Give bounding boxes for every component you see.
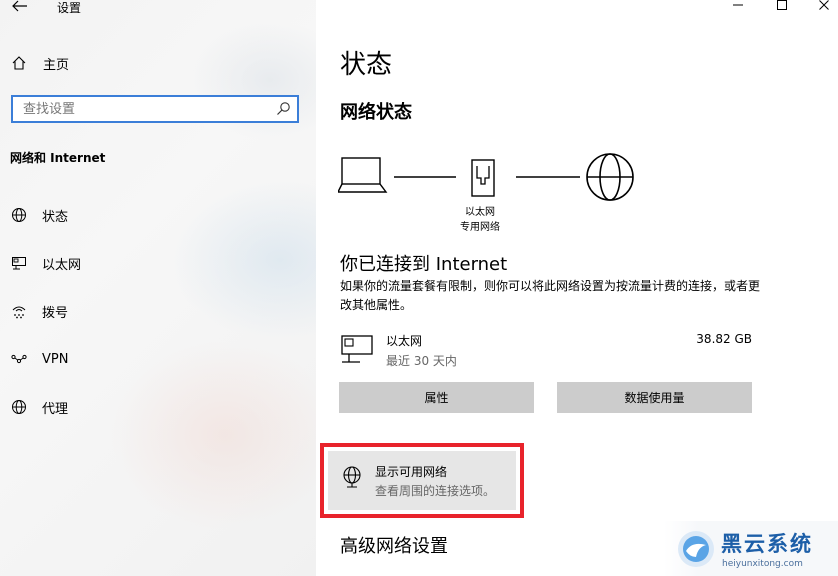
show-networks-highlight: 显示可用网络 查看周围的连接选项。: [320, 443, 524, 518]
sidebar-item-label: 以太网: [42, 257, 82, 273]
vpn-icon: [10, 350, 28, 368]
advanced-settings-heading: 高级网络设置: [340, 536, 448, 557]
sidebar-item-dialup[interactable]: 拨号: [10, 300, 68, 322]
connection-description: 如果你的流量套餐有限制，则你可以将此网络设置为按流量计费的连接，或者更改其他属性…: [340, 279, 761, 312]
app-title: 设置: [57, 1, 82, 15]
section-title: 网络和 Internet: [10, 151, 106, 165]
show-available-networks-button[interactable]: 显示可用网络 查看周围的连接选项。: [328, 451, 516, 510]
close-icon: [819, 0, 829, 10]
background-blur: [110, 340, 316, 530]
ethernet-connection-row: 以太网 最近 30 天内 38.82 GB: [340, 330, 752, 370]
sidebar-item-label: 拨号: [42, 305, 69, 321]
main-content: 状态 网络状态 以太网 专用网络 你已连接到 Internet 如果你的流量套餐…: [316, 0, 838, 576]
adapter-label: 以太网 专用网络: [440, 205, 520, 235]
search-icon[interactable]: [275, 101, 291, 117]
watermark-url: heiyunxitong.com: [722, 559, 803, 569]
maximize-icon: [777, 0, 787, 10]
sidebar-item-proxy[interactable]: 代理: [10, 396, 68, 418]
maximize-button[interactable]: [768, 0, 796, 15]
network-status-heading: 网络状态: [340, 102, 412, 123]
sidebar-item-label: VPN: [42, 351, 69, 367]
page-title: 状态: [340, 50, 393, 80]
data-usage-value: 38.82 GB: [696, 332, 752, 346]
watermark: 黑云系统 heiyunxitong.com: [664, 521, 838, 576]
back-arrow-icon: [12, 0, 27, 12]
brand-logo-icon: [678, 531, 714, 567]
network-type: 专用网络: [460, 222, 500, 233]
sidebar-item-label: 状态: [42, 209, 69, 225]
ethernet-icon: [341, 335, 373, 363]
sidebar-item-label: 主页: [43, 57, 70, 73]
globe-network-icon: [343, 466, 361, 488]
ethernet-icon: [10, 254, 28, 272]
computer-icon: [338, 157, 388, 193]
data-usage-button[interactable]: 数据使用量: [557, 382, 752, 413]
adapter-name: 以太网: [465, 207, 495, 218]
watermark-brand: 黑云系统: [721, 532, 813, 556]
close-button[interactable]: [810, 0, 838, 15]
connection-status-title: 你已连接到 Internet: [340, 254, 508, 275]
search-input[interactable]: [13, 97, 263, 121]
ethernet-adapter-icon: [471, 159, 495, 197]
properties-button[interactable]: 属性: [339, 382, 534, 413]
back-button[interactable]: [6, 0, 34, 18]
globe-icon: [10, 398, 28, 416]
show-networks-subtitle: 查看周围的连接选项。: [375, 484, 496, 498]
sidebar: 设置 主页 网络和 Internet 状态: [0, 0, 316, 576]
dialup-icon: [10, 302, 28, 320]
sidebar-item-status[interactable]: 状态: [10, 204, 68, 226]
show-networks-title: 显示可用网络: [375, 465, 448, 479]
sidebar-item-home[interactable]: 主页: [10, 53, 69, 73]
minimize-icon: [733, 4, 743, 6]
usage-period: 最近 30 天内: [386, 354, 457, 368]
internet-globe-icon: [586, 153, 634, 201]
connection-name: 以太网: [386, 334, 423, 348]
minimize-button[interactable]: [724, 0, 752, 15]
globe-icon: [10, 206, 28, 224]
sidebar-item-label: 代理: [42, 401, 69, 417]
sidebar-item-ethernet[interactable]: 以太网: [10, 252, 81, 274]
sidebar-item-vpn[interactable]: VPN: [10, 348, 68, 370]
background-blur: [170, 180, 316, 340]
search-box[interactable]: [11, 95, 299, 123]
home-icon: [10, 54, 28, 72]
